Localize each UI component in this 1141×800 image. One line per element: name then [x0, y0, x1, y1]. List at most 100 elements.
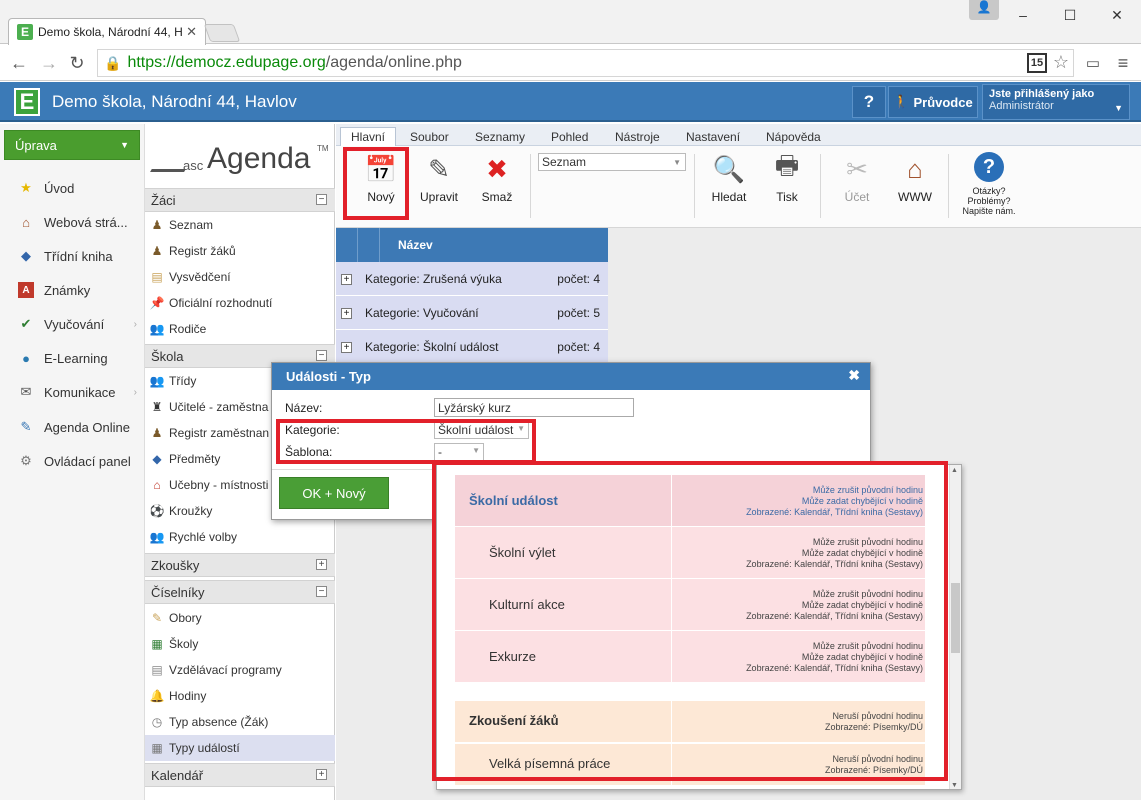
agenda-item-label: Třídy	[169, 374, 197, 388]
nav-item-uvod[interactable]: ★ Úvod	[0, 171, 145, 205]
expand-icon[interactable]: +	[316, 769, 327, 780]
agenda-item-seznam[interactable]: ♟ Seznam	[145, 212, 335, 238]
tab-nastaveni[interactable]: Nastavení	[676, 127, 750, 146]
house-icon: ⌂	[22, 214, 30, 230]
table-row[interactable]: + Kategorie: Zrušená výuka počet: 4	[336, 262, 608, 296]
nav-item-znamky[interactable]: A Známky	[0, 273, 145, 307]
profile-icon[interactable]: 👤	[969, 0, 999, 20]
agenda-item-hodiny[interactable]: 🔔 Hodiny	[145, 683, 335, 709]
row-count: počet: 4	[557, 271, 600, 286]
reload-icon[interactable]: ↻	[64, 51, 90, 75]
staff-register-icon: ♟	[151, 426, 163, 440]
agenda-item-vzdelavaci-programy[interactable]: ▤ Vzdělávací programy	[145, 657, 335, 683]
table-row[interactable]: + Kategorie: Vyučování počet: 5	[336, 296, 608, 330]
guide-button[interactable]: 🚶 Průvodce	[888, 86, 978, 118]
maximize-button[interactable]: ☐	[1047, 0, 1093, 30]
tab-nastroje[interactable]: Nástroje	[605, 127, 670, 146]
forward-icon[interactable]: →	[36, 51, 62, 75]
agenda-item-skoly[interactable]: ▦ Školy	[145, 631, 335, 657]
agenda-item-vysvedceni[interactable]: ▤ Vysvědčení	[145, 264, 335, 290]
agenda-item-typ-absence[interactable]: ◷ Typ absence (Žák)	[145, 709, 335, 735]
nav-item-web[interactable]: ⌂ Webová strá...	[0, 205, 145, 239]
section-ciselniky[interactable]: Číselníky −	[145, 580, 335, 604]
agenda-item-label: Seznam	[169, 218, 214, 232]
back-icon[interactable]: ←	[6, 51, 32, 75]
column-nazev[interactable]: Název	[398, 238, 433, 252]
question-icon: ?	[974, 152, 1004, 182]
scroll-up-icon[interactable]: ▲	[951, 467, 958, 474]
dialog-header: Události - Typ ✖	[272, 363, 870, 390]
section-kalendar[interactable]: Kalendář +	[145, 763, 335, 787]
search-button[interactable]: 🔍 Hledat	[704, 152, 754, 218]
tab-close-icon[interactable]: ✕	[186, 24, 197, 40]
nav-item-tridni-kniha[interactable]: ◆ Třídní kniha	[0, 239, 145, 273]
collapse-icon[interactable]: −	[316, 586, 327, 597]
extension-badge[interactable]: 15	[1027, 53, 1047, 73]
feedback-button[interactable]: ? Otázky? Problémy? Napište nám.	[956, 152, 1022, 218]
url-host: https://democz.edupage.org	[127, 54, 326, 71]
expand-icon[interactable]: +	[341, 274, 352, 285]
agenda-item-obory[interactable]: ✎ Obory	[145, 605, 335, 631]
address-bar[interactable]: 🔒 https://democz.edupage.org/agenda/onli…	[97, 49, 1074, 77]
nav-item-agenda-online[interactable]: ✎ Agenda Online	[0, 410, 145, 444]
agenda-item-typy-udalosti[interactable]: ▦ Typy událostí	[145, 735, 335, 761]
table-row[interactable]: + Kategorie: Školní událost počet: 4	[336, 330, 608, 364]
section-label: Žáci	[151, 192, 176, 208]
agenda-item-rychle-volby[interactable]: 👥 Rychlé volby	[145, 524, 335, 550]
collapse-icon[interactable]: −	[316, 194, 327, 205]
new-tab-button[interactable]	[203, 24, 241, 42]
section-zkousky[interactable]: Zkoušky +	[145, 553, 335, 577]
collapse-icon[interactable]: −	[316, 350, 327, 361]
event-types-icon: ▦	[151, 741, 163, 755]
dialog-title: Události - Typ	[286, 369, 371, 384]
view-select[interactable]: Seznam ▼	[538, 153, 686, 171]
edit-record-button[interactable]: ✎ Upravit	[414, 152, 464, 218]
close-window-button[interactable]: ✕	[1094, 0, 1140, 30]
ribbon-separator	[530, 154, 531, 218]
expand-icon[interactable]: +	[341, 342, 352, 353]
nav-item-elearning[interactable]: ● E-Learning	[0, 341, 145, 375]
row-name: Kategorie: Školní událost	[365, 339, 499, 354]
agenda-item-registr-zaku[interactable]: ♟ Registr žáků	[145, 238, 335, 264]
star-icon: ★	[20, 180, 32, 195]
bookmark-star-icon[interactable]: ☆	[1053, 52, 1069, 73]
tab-napoveda[interactable]: Nápověda	[756, 127, 831, 146]
scroll-down-icon[interactable]: ▼	[951, 782, 958, 789]
nav-item-komunikace[interactable]: ✉ Komunikace ›	[0, 375, 145, 409]
print-button[interactable]: 🖶 Tisk	[762, 150, 812, 218]
walking-person-icon: 🚶	[893, 94, 910, 109]
ok-new-button[interactable]: OK + Nový	[279, 477, 389, 509]
expand-icon[interactable]: +	[316, 559, 327, 570]
scrollbar-thumb[interactable]	[951, 583, 960, 653]
tab-pohled[interactable]: Pohled	[541, 127, 598, 146]
nav-item-label: Agenda Online	[44, 419, 131, 435]
chevron-down-icon: ▼	[120, 140, 129, 150]
help-button[interactable]: ?	[852, 86, 886, 118]
nazev-field[interactable]: Lyžárský kurz	[434, 398, 634, 417]
student-icon: ♟	[151, 218, 163, 232]
tab-hlavni[interactable]: Hlavní	[340, 127, 397, 146]
nav-item-ovladaci-panel[interactable]: ⚙ Ovládací panel	[0, 444, 145, 478]
expand-icon[interactable]: +	[341, 308, 352, 319]
row-count: počet: 5	[557, 305, 600, 320]
tab-seznamy[interactable]: Seznamy	[465, 127, 535, 146]
agenda-item-rodice[interactable]: 👥 Rodiče	[145, 316, 335, 342]
agenda-item-oficialni-rozhodnuti[interactable]: 📌 Oficiální rozhodnutí	[145, 290, 335, 316]
edit-button[interactable]: Úprava ▼	[4, 130, 140, 160]
delete-button[interactable]: ✖ Smaž	[472, 152, 522, 218]
www-button[interactable]: ⌂ WWW	[890, 152, 940, 218]
nav-item-vyucovani[interactable]: ✔ Vyučování ›	[0, 307, 145, 341]
login-box[interactable]: Jste přihlášený jako Administrátor ▼	[982, 84, 1130, 120]
house-icon: ⌂	[907, 153, 923, 184]
account-button[interactable]: ✂ Účet	[832, 152, 882, 218]
close-icon[interactable]: ✖	[848, 367, 860, 384]
cast-icon[interactable]: ▭	[1080, 51, 1106, 75]
minimize-button[interactable]: –	[1000, 0, 1046, 30]
section-zaci[interactable]: Žáci −	[145, 188, 335, 212]
dropdown-scrollbar[interactable]: ▲ ▼	[949, 465, 961, 789]
menu-icon[interactable]: ≡	[1110, 51, 1136, 75]
guide-label: Průvodce	[913, 94, 973, 110]
tab-soubor[interactable]: Soubor	[400, 127, 459, 146]
browser-tab[interactable]: E Demo škola, Národní 44, H ✕	[8, 18, 206, 45]
edupage-logo[interactable]: E	[14, 88, 40, 116]
